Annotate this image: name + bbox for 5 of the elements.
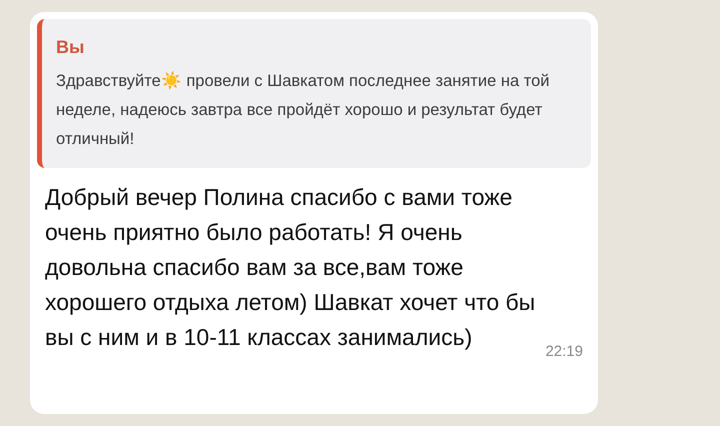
quote-author: Вы bbox=[56, 36, 86, 59]
quoted-message[interactable]: Вы Здравствуйте☀ провели с Шавкатом последнее занятие на той неделе, надеюсь завтра все пройдёт хорошо и результат будет отличный! bbox=[37, 19, 591, 168]
message-text: Добрый вечер Полина спасибо с вами тоже очень приятно было работать! Я очень довольна спасибо вам за все,вам тоже хорошего отдыха летом) Шавкат хочет что бы вы с ним и в 10-11 классах занимались) bbox=[45, 183, 536, 352]
quote-text: Здравствуйте☀ провели с Шавкатом последнее занятие на той неделе, надеюсь завтра все пройдёт хорошо и результат будет отличный! bbox=[56, 70, 550, 150]
message-time: 22:19 bbox=[545, 342, 583, 362]
